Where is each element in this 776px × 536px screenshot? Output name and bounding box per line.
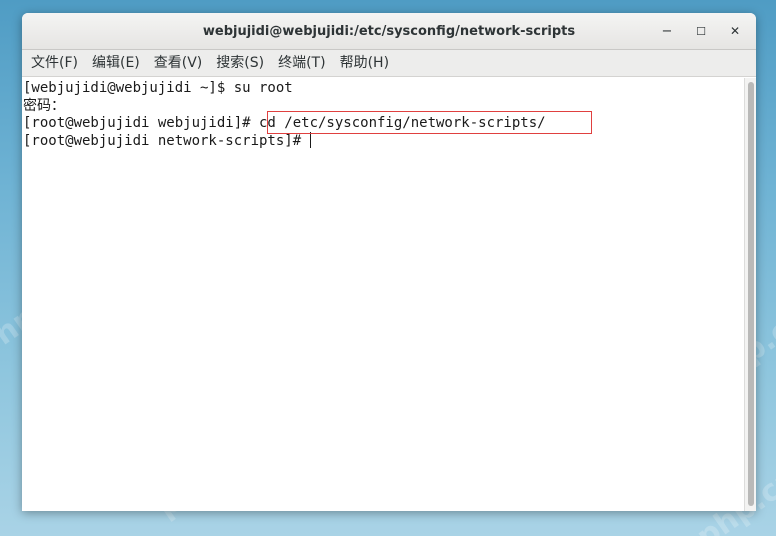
minimize-button[interactable]: − [650, 17, 684, 45]
menu-terminal[interactable]: 终端(T) [271, 50, 332, 77]
command-highlight-box [267, 111, 592, 134]
maximize-button[interactable]: ☐ [684, 17, 718, 45]
menu-view[interactable]: 查看(V) [147, 50, 210, 77]
window-title: webjujidi@webjujidi:/etc/sysconfig/netwo… [202, 23, 576, 39]
title-bar[interactable]: webjujidi@webjujidi:/etc/sysconfig/netwo… [22, 13, 756, 50]
menu-help[interactable]: 帮助(H) [333, 50, 396, 77]
menu-search[interactable]: 搜索(S) [209, 50, 271, 77]
terminal-line: 密码： [23, 98, 65, 114]
scrollbar[interactable] [744, 78, 756, 511]
window-controls: − ☐ ✕ [650, 13, 752, 49]
menu-file[interactable]: 文件(F) [24, 50, 85, 77]
text-cursor [309, 132, 311, 148]
maximize-icon: ☐ [696, 24, 706, 38]
terminal-prompt: [root@webjujidi network-scripts]# [23, 133, 310, 149]
minimize-icon: − [661, 23, 673, 39]
menu-bar: 文件(F) 编辑(E) 查看(V) 搜索(S) 终端(T) 帮助(H) [22, 50, 756, 77]
terminal-area[interactable]: [webjujidi@webjujidi ~]$ su root 密码： [ro… [22, 78, 744, 511]
terminal-prompt-line: [root@webjujidi network-scripts]# [23, 132, 311, 150]
menu-edit[interactable]: 编辑(E) [85, 50, 147, 77]
close-button[interactable]: ✕ [718, 17, 752, 45]
close-icon: ✕ [729, 24, 741, 38]
terminal-line: [webjujidi@webjujidi ~]$ su root [23, 80, 293, 96]
terminal-window: webjujidi@webjujidi:/etc/sysconfig/netwo… [22, 13, 756, 511]
scrollbar-thumb[interactable] [748, 82, 754, 506]
